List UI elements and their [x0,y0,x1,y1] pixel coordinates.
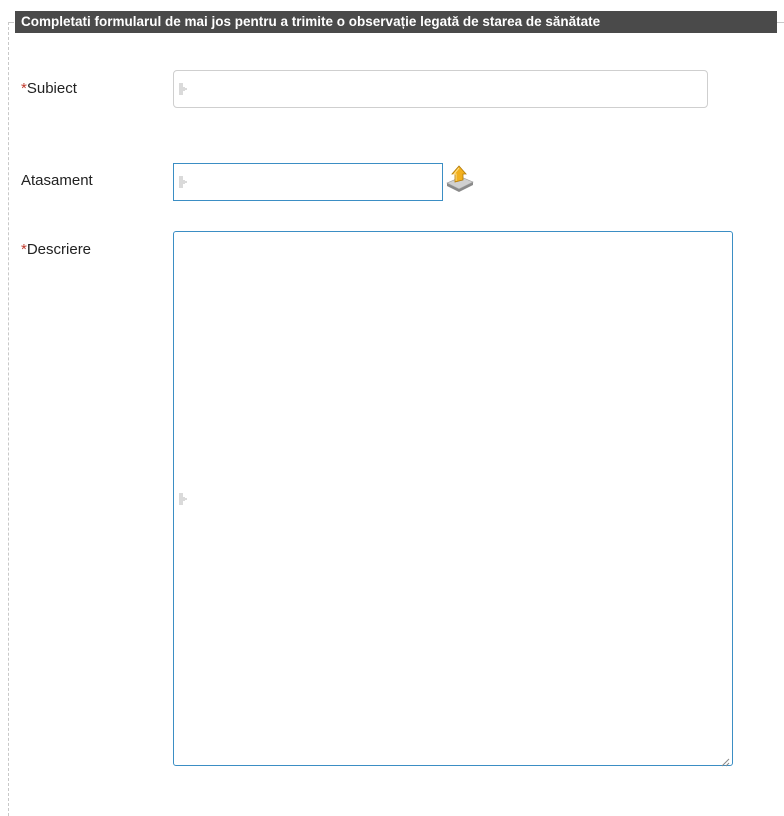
atasament-input[interactable] [173,163,443,201]
descriere-label: *Descriere [21,241,91,258]
fieldset-border [8,22,9,816]
text-cursor-icon [179,175,189,189]
subiect-label-text: Subiect [26,80,77,97]
form-page: Completati formularul de mai jos pentru … [0,0,784,816]
text-cursor-icon [179,82,189,96]
text-cursor-icon [179,492,189,506]
subiect-input[interactable] [173,70,708,108]
fieldset-top-border-right [776,22,784,23]
subiect-label: *Subiect [21,80,77,97]
form-legend: Completati formularul de mai jos pentru … [15,11,777,33]
descriere-label-text: Descriere [26,241,92,258]
atasament-label: Atasament [21,172,93,189]
fieldset-top-border-left [8,22,14,23]
resize-grip-icon[interactable] [721,754,730,767]
descriere-textarea[interactable] [173,231,733,767]
upload-icon[interactable] [445,163,475,193]
atasament-label-text: Atasament [21,172,93,189]
